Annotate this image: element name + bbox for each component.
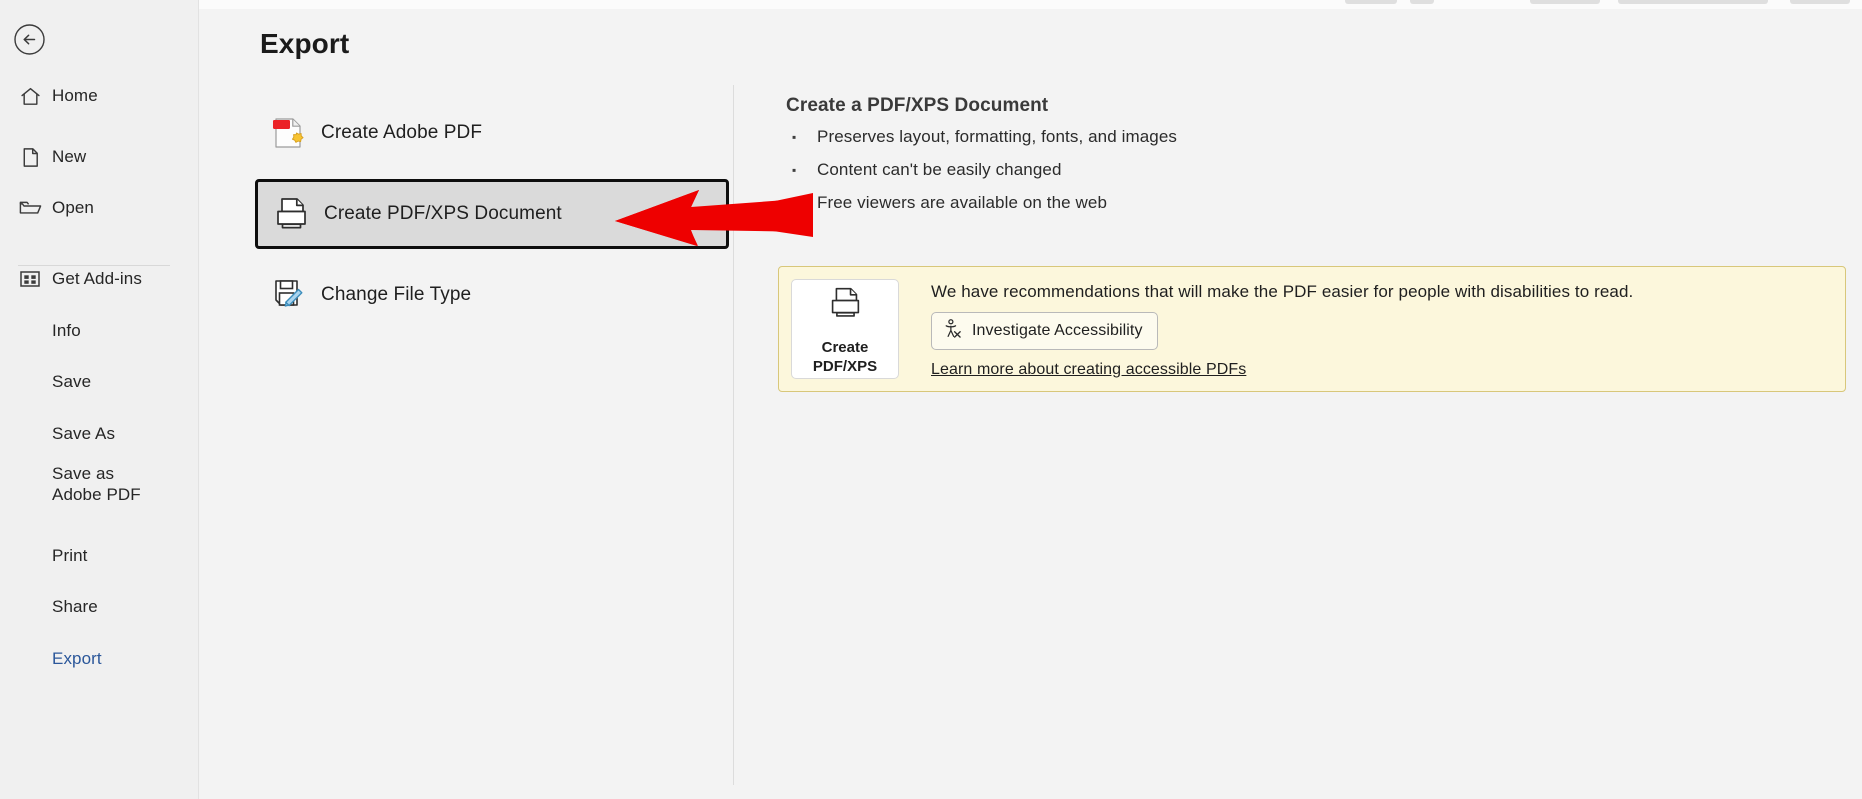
detail-bullet-text: Content can't be easily changed (817, 160, 1062, 179)
sidebar-item-save-as[interactable]: Save As (0, 416, 198, 452)
sidebar-item-label: Share (52, 597, 98, 617)
sidebar-item-new[interactable]: New (0, 139, 198, 175)
sidebar-item-label: New (52, 147, 87, 167)
sidebar-item-label: Home (52, 86, 98, 106)
sidebar-item-home[interactable]: Home (0, 78, 198, 114)
sidebar-item-label: Print (52, 546, 88, 566)
sidebar-item-label: Export (52, 649, 102, 669)
accessibility-person-icon (942, 318, 963, 344)
ghost-element (1345, 0, 1397, 4)
detail-bullet-text: Free viewers are available on the web (817, 193, 1108, 212)
sidebar-item-print[interactable]: Print (0, 538, 198, 574)
window-top-edge-strip (0, 0, 1862, 9)
investigate-accessibility-label: Investigate Accessibility (972, 322, 1143, 339)
change-file-type-icon (255, 273, 321, 317)
command-create-pdf-xps-document[interactable]: Create PDF/XPS Document (255, 179, 729, 249)
detail-bullet: ▪ Preserves layout, formatting, fonts, a… (786, 126, 1846, 148)
detail-bullet: ▪ Content can't be easily changed (786, 159, 1846, 181)
sidebar-item-label: Info (52, 321, 81, 341)
sidebar-item-label: Save (52, 372, 92, 392)
command-label: Create PDF/XPS Document (324, 203, 562, 224)
detail-bullet: ▪ Free viewers are available on the web (786, 192, 1846, 214)
pdf-xps-printer-icon (258, 192, 324, 236)
back-button[interactable] (11, 21, 48, 58)
back-arrow-icon (14, 24, 45, 55)
sidebar-item-get-add-ins[interactable]: Get Add-ins (0, 261, 198, 297)
page-title: Export (260, 28, 350, 59)
detail-pane: Create a PDF/XPS Document ▪ Preserves la… (786, 95, 1846, 225)
command-change-file-type[interactable]: Change File Type (255, 262, 645, 328)
command-label: Create Adobe PDF (321, 122, 483, 143)
accessibility-callout: Create PDF/XPS We have recommendations t… (778, 266, 1846, 392)
sidebar-item-export[interactable]: Export (0, 641, 198, 677)
command-label: Change File Type (321, 284, 472, 305)
create-pdf-xps-button[interactable]: Create PDF/XPS (791, 279, 899, 379)
add-ins-grid-icon (8, 268, 52, 290)
detail-title: Create a PDF/XPS Document (786, 95, 1049, 116)
adobe-pdf-icon (255, 111, 321, 155)
sidebar-item-label: Save As (52, 424, 116, 444)
sidebar-item-info[interactable]: Info (0, 313, 198, 349)
ghost-element (1790, 0, 1850, 4)
sidebar-item-save-as-adobe-pdf[interactable]: Save as Adobe PDF (0, 456, 198, 512)
command-create-adobe-pdf[interactable]: Create Adobe PDF (255, 100, 645, 166)
learn-more-accessible-pdfs-link[interactable]: Learn more about creating accessible PDF… (931, 361, 1833, 379)
create-pdf-xps-caption: Create PDF/XPS (813, 338, 877, 376)
investigate-accessibility-button[interactable]: Investigate Accessibility (931, 312, 1158, 350)
backstage-navigation: Home New Open Get Add-ins Info Save Save… (0, 0, 199, 799)
detail-bullet-text: Preserves layout, formatting, fonts, and… (817, 127, 1177, 146)
ghost-element (1618, 0, 1768, 4)
bullet-marker-icon: ▪ (792, 196, 797, 210)
home-icon (8, 85, 52, 108)
ghost-element (1530, 0, 1600, 4)
callout-body: We have recommendations that will make t… (931, 281, 1833, 379)
create-pdf-xps-caption-line1: Create (821, 339, 869, 356)
bullet-marker-icon: ▪ (792, 163, 797, 177)
sidebar-item-label: Open (52, 198, 94, 218)
pdf-xps-printer-icon (824, 282, 866, 329)
sidebar-item-save[interactable]: Save (0, 364, 198, 400)
column-divider (733, 85, 734, 785)
ghost-element (1410, 0, 1434, 4)
new-document-icon (8, 146, 52, 169)
bullet-marker-icon: ▪ (792, 130, 797, 144)
sidebar-item-open[interactable]: Open (0, 190, 198, 226)
sidebar-item-label: Get Add-ins (52, 269, 142, 289)
sidebar-item-share[interactable]: Share (0, 589, 198, 625)
sidebar-item-label: Save as Adobe PDF (52, 463, 141, 504)
export-command-list: Create Adobe PDF Create PDF/XPS Document… (255, 100, 730, 328)
create-pdf-xps-caption-line2: PDF/XPS (812, 358, 878, 375)
open-folder-icon (8, 196, 52, 221)
accessibility-message: We have recommendations that will make t… (931, 282, 1634, 301)
